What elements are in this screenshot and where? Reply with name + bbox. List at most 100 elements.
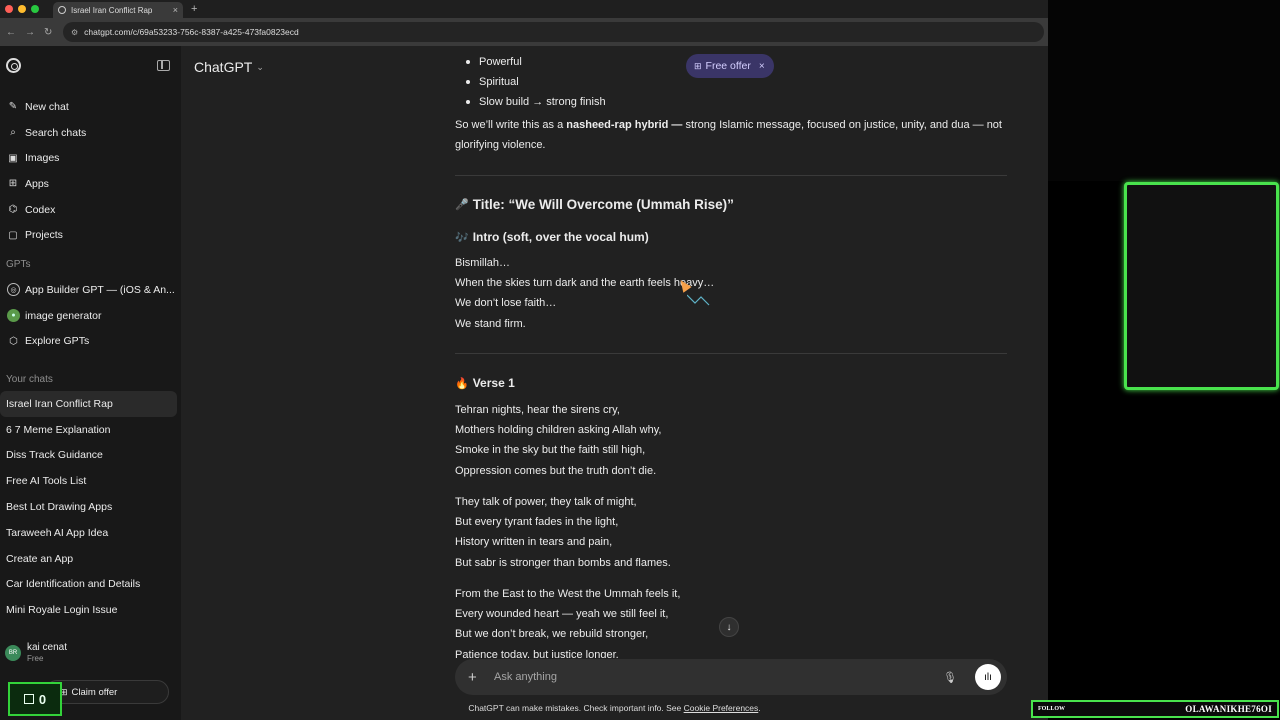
microphone-icon[interactable]: 🎙 — [943, 671, 957, 684]
gpt-item-label: App Builder GPT — (iOS & An... — [25, 283, 175, 296]
sidebar-item-new-chat[interactable]: ✎ New chat — [0, 94, 181, 120]
forward-icon[interactable]: → — [25, 27, 38, 38]
search-icon: ⌕ — [10, 127, 16, 139]
plus-icon[interactable]: + — [468, 669, 482, 686]
new-tab-button[interactable]: + — [191, 3, 197, 15]
lyric-line: Tehran nights, hear the sirens cry, — [455, 404, 620, 416]
explore-gpts-icon: ⬡ — [9, 335, 18, 347]
chat-item[interactable]: 6 7 Meme Explanation — [0, 417, 177, 443]
microphone-icon: 🎤 — [455, 199, 469, 211]
your-chats-heading: Your chats — [6, 374, 53, 385]
gpt-item-label: image generator — [25, 309, 102, 322]
verse-heading-text: Verse 1 — [472, 376, 515, 390]
disclaimer: ChatGPT can make mistakes. Check importa… — [181, 703, 1048, 713]
claim-offer-label: Claim offer — [71, 686, 118, 698]
site-info-icon[interactable]: ⚙ — [71, 28, 78, 37]
lyric-line: From the East to the West the Ummah feel… — [455, 588, 681, 600]
chatgpt-logo-icon[interactable] — [6, 58, 21, 73]
window-controls — [5, 5, 39, 13]
image-generator-gpt-icon: ● — [7, 309, 20, 323]
claim-offer-button[interactable]: ⊞ Claim offer — [45, 680, 169, 704]
verse-stanza-3: From the East to the West the Ummah feel… — [455, 584, 680, 658]
sidebar-menu: ✎ New chat ⌕ Search chats ▣ Images ⊞ Apps ⌬ C… — [0, 94, 181, 248]
sidebar-item-label: New chat — [25, 100, 69, 113]
sidebar-item-apps[interactable]: ⊞ Apps — [0, 171, 181, 197]
sidebar-item-codex[interactable]: ⌬ Codex — [0, 197, 181, 223]
cursor-trail-icon — [687, 294, 710, 306]
verse-stanza-1: Tehran nights, hear the sirens cry, Moth… — [455, 400, 661, 481]
codex-icon: ⌬ — [8, 204, 18, 216]
tab-close-icon[interactable]: × — [173, 5, 178, 15]
chat-item[interactable]: Mini Royale Login Issue — [0, 597, 177, 623]
free-offer-label: Free offer — [705, 60, 751, 72]
sidebar-item-projects[interactable]: ▢ Projects — [0, 222, 181, 248]
chat-item[interactable]: Taraweeh AI App Idea — [0, 520, 177, 546]
counter-value: 0 — [38, 691, 47, 707]
bullet-list: Powerful Spiritual Slow build → strong f… — [466, 52, 606, 112]
disclaimer-text: ChatGPT can make mistakes. Check importa… — [468, 703, 684, 713]
tab-title: Israel Iran Conflict Rap — [71, 5, 153, 15]
cookie-preferences-link[interactable]: Cookie Preferences — [684, 703, 759, 713]
gpt-item-label: Explore GPTs — [25, 335, 90, 348]
chatgpt-favicon-icon — [58, 6, 66, 14]
prompt-input[interactable]: Ask anything — [494, 671, 943, 683]
voice-mode-button[interactable]: ılı — [975, 664, 1001, 690]
url-field[interactable]: ⚙ chatgpt.com/c/69a53233-756c-8387-a425-… — [63, 22, 1044, 42]
chat-item[interactable]: Car Identification and Details — [0, 572, 177, 598]
intro-lyrics: Bismillah… When the skies turn dark and … — [455, 253, 714, 334]
chat-item[interactable]: Best Lot Drawing Apps — [0, 494, 177, 520]
lyric-line: Mothers holding children asking Allah wh… — [455, 424, 662, 437]
scroll-down-button[interactable]: ↓ — [719, 617, 739, 637]
minimize-window-button[interactable] — [18, 5, 26, 13]
sidebar-item-label: Images — [25, 152, 60, 165]
webcam-overlay — [1048, 0, 1280, 181]
user-profile[interactable]: BR kai cenat Free — [5, 642, 67, 663]
chat-item[interactable]: Free AI Tools List — [0, 468, 177, 494]
sidebar-item-search-chats[interactable]: ⌕ Search chats — [0, 120, 181, 146]
chat-history-list: Israel Iran Conflict Rap 6 7 Meme Explan… — [0, 391, 181, 623]
close-window-button[interactable] — [5, 5, 13, 13]
chevron-down-icon: ⌄ — [256, 61, 264, 72]
intro-heading-text: Intro (soft, over the vocal hum) — [472, 230, 649, 244]
sidebar-item-images[interactable]: ▣ Images — [0, 145, 181, 171]
song-title-heading: 🎤 Title: “We Will Overcome (Ummah Rise)” — [455, 197, 734, 212]
new-chat-icon: ✎ — [8, 101, 18, 113]
follow-handle: OLAWANIKHE76OI — [1185, 704, 1272, 714]
lyric-line: We don’t lose faith… — [455, 297, 557, 310]
gpt-item-image-generator[interactable]: ● image generator — [0, 303, 181, 329]
lyric-line: But every tyrant fades in the light, — [455, 516, 619, 529]
sidebar-header — [6, 58, 176, 73]
lyric-line: When the skies turn dark and the earth f… — [455, 277, 715, 290]
song-title: Title: “We Will Overcome (Ummah Rise)” — [472, 197, 734, 212]
close-icon[interactable]: × — [759, 61, 765, 72]
stream-counter-overlay: 0 — [8, 682, 62, 716]
free-offer-badge[interactable]: ⊞ Free offer × — [686, 54, 774, 78]
list-item: Spiritual — [466, 72, 606, 92]
gpts-heading: GPTs — [6, 259, 31, 270]
model-selector[interactable]: ChatGPT ⌄ — [194, 59, 264, 75]
gpt-item-app-builder[interactable]: ◎ App Builder GPT — (iOS & An... — [0, 277, 181, 303]
lyric-line: But sabr is stronger than bombs and flam… — [455, 556, 671, 569]
screen: Israel Iran Conflict Rap × + ← → ↻ ⚙ cha… — [0, 0, 1280, 720]
sidebar-toggle-icon[interactable] — [157, 60, 170, 71]
lyric-line: But we don’t break, we rebuild stronger, — [455, 628, 649, 641]
waveform-icon: ılı — [984, 671, 992, 683]
gpt-item-explore[interactable]: ⬡ Explore GPTs — [0, 328, 181, 354]
lyric-line: Smoke in the sky but the faith still hig… — [455, 444, 646, 457]
disclaimer-end: . — [758, 703, 761, 713]
lyric-line: We stand firm. — [455, 317, 526, 330]
chat-item-active[interactable]: Israel Iran Conflict Rap — [0, 391, 177, 417]
folder-icon: ▢ — [8, 229, 18, 241]
browser-tab[interactable]: Israel Iran Conflict Rap × — [53, 2, 183, 18]
reload-icon[interactable]: ↻ — [44, 27, 57, 38]
avatar: BR — [5, 644, 21, 661]
back-icon[interactable]: ← — [6, 27, 19, 38]
chat-item[interactable]: Diss Track Guidance — [0, 443, 177, 469]
images-icon: ▣ — [8, 152, 18, 164]
sidebar-item-label: Codex — [25, 203, 56, 216]
maximize-window-button[interactable] — [31, 5, 39, 13]
intro-heading: 🎶 Intro (soft, over the vocal hum) — [455, 230, 649, 244]
lyric-line: Every wounded heart — yeah we still feel… — [455, 608, 669, 621]
lyric-line: Oppression comes but the truth don’t die… — [455, 464, 657, 477]
chat-item[interactable]: Create an App — [0, 546, 177, 572]
